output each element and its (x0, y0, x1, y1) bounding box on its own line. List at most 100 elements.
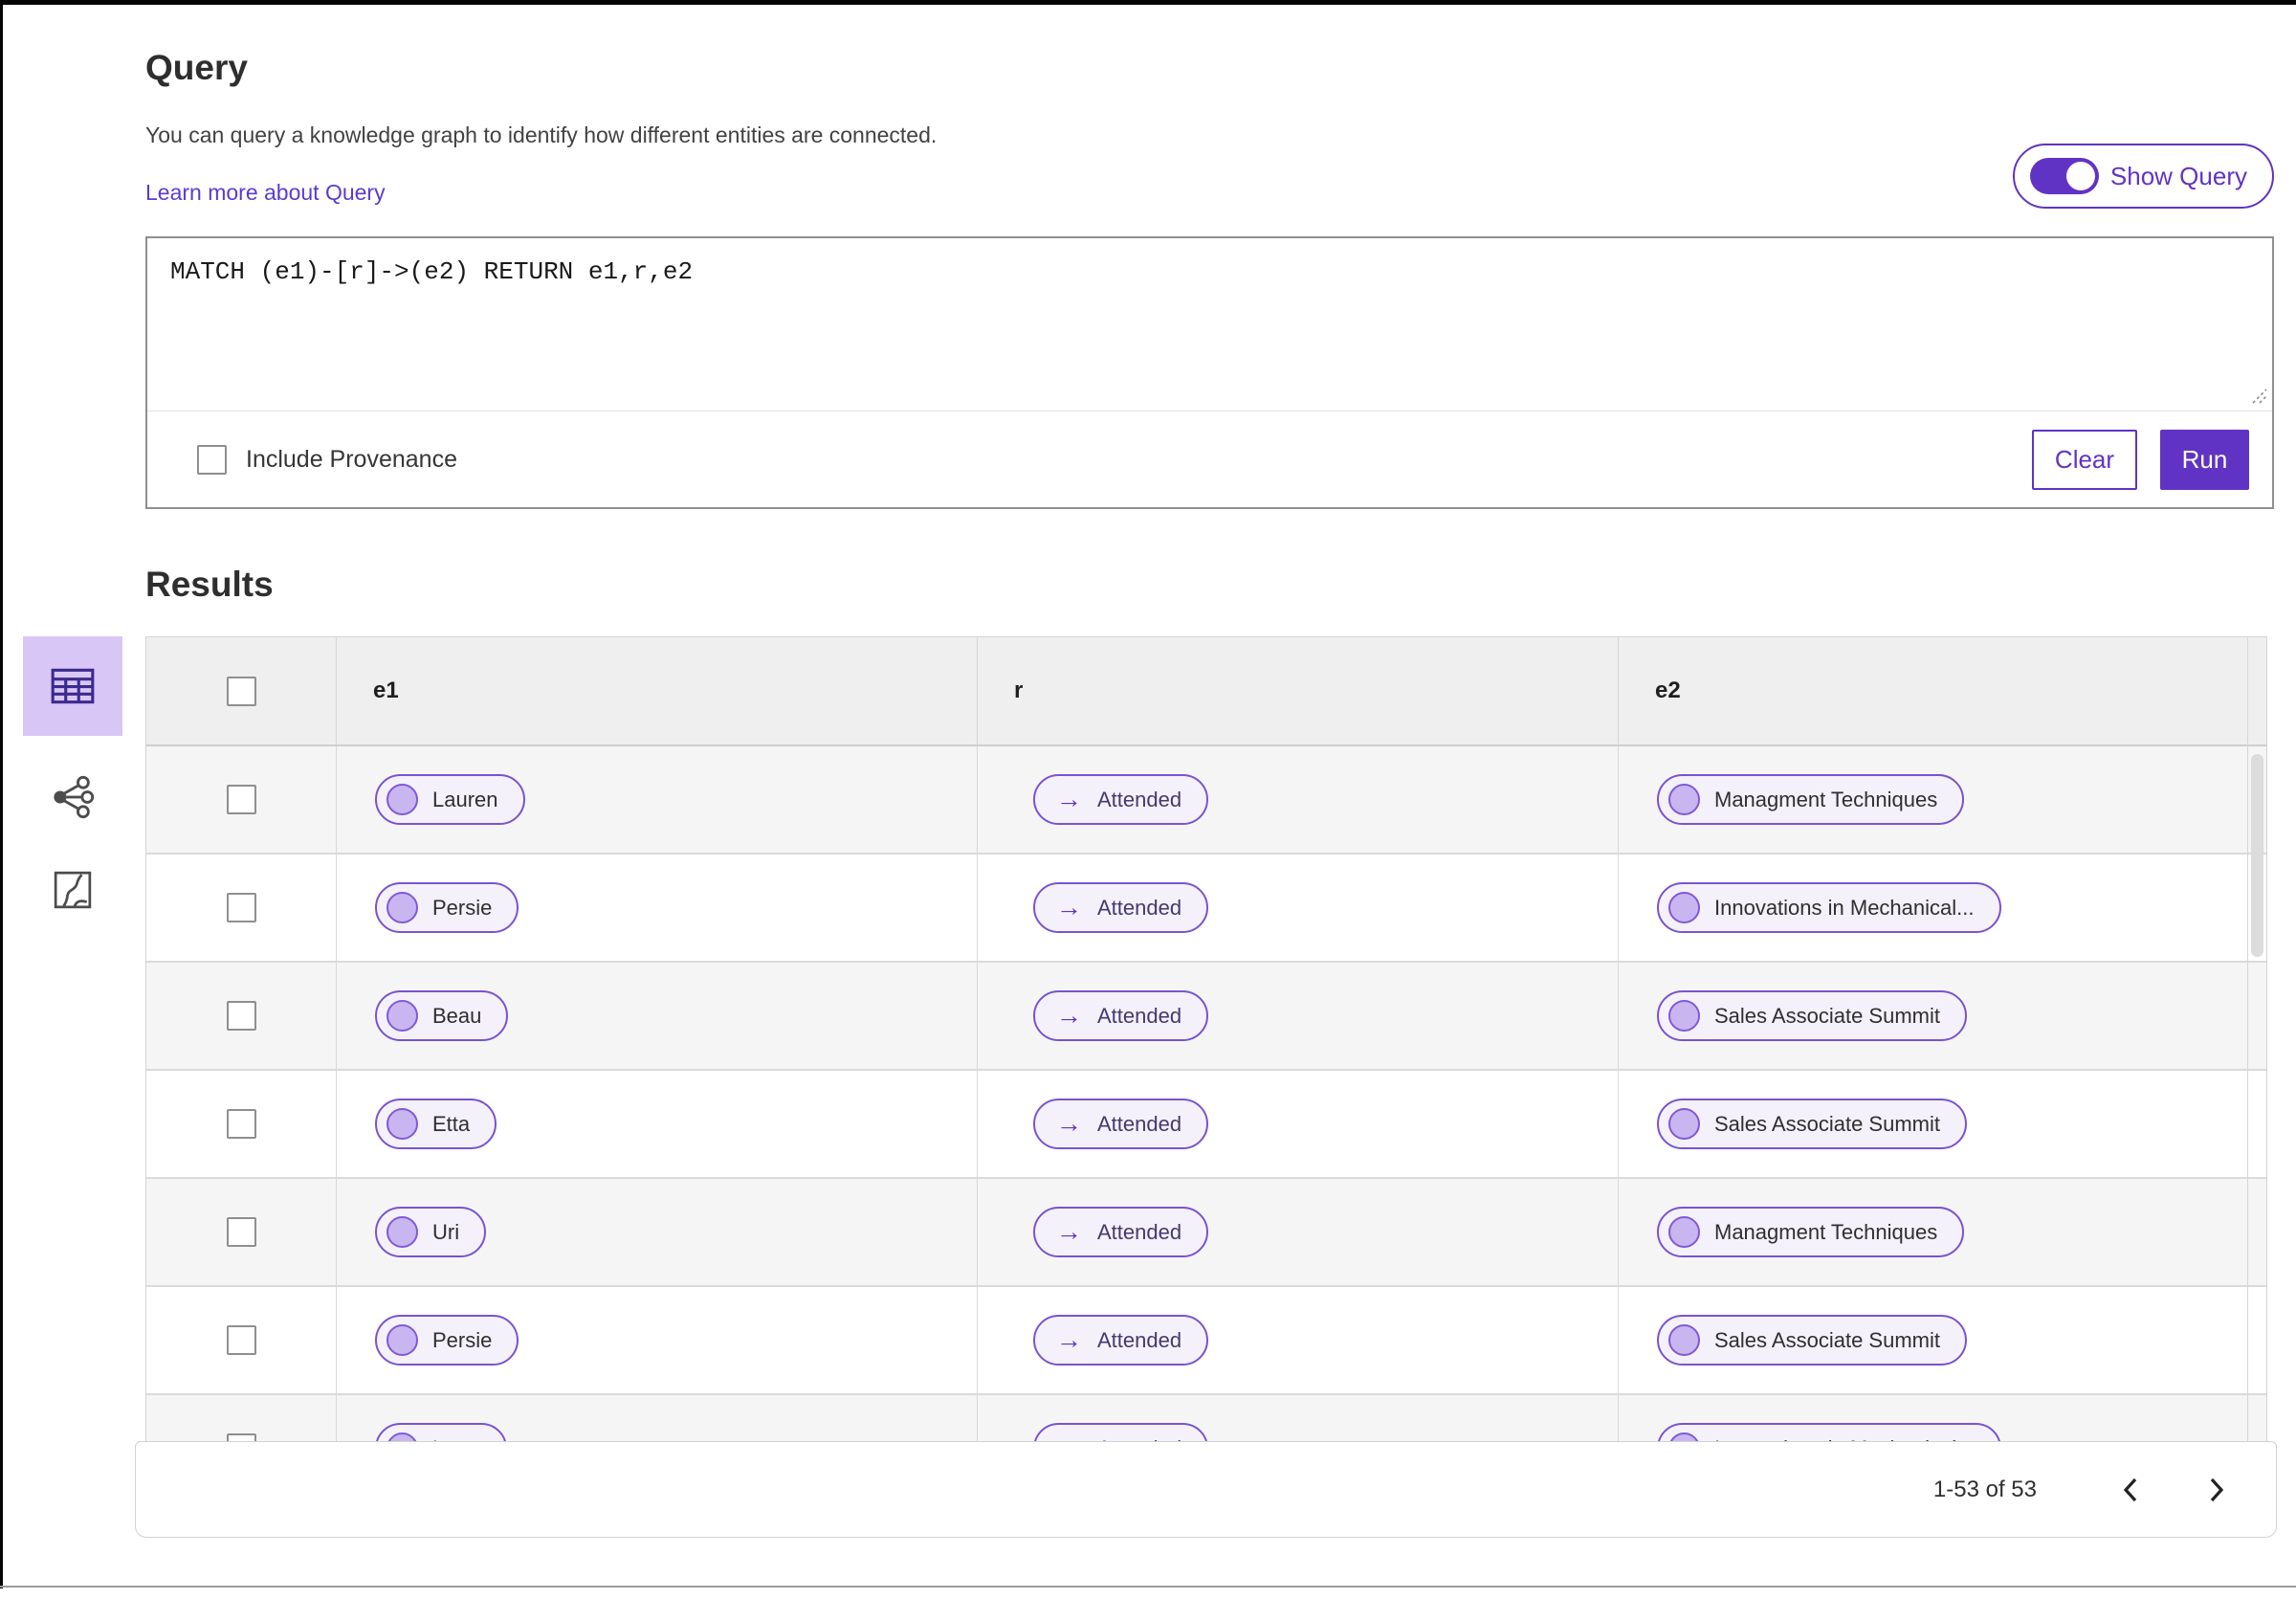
e1-cell: Etta (336, 1071, 977, 1177)
row-checkbox[interactable] (226, 1325, 256, 1355)
e2-pill-label: Innovations in Mechanical... (1714, 895, 1975, 920)
row-checkbox[interactable] (226, 1109, 256, 1139)
entity-pill-e1[interactable]: Larry (375, 1423, 508, 1441)
toggle-on-icon (2029, 158, 2099, 194)
arrow-right-icon: → (1056, 1109, 1082, 1138)
query-footer: Include Provenance Clear Run (147, 411, 2272, 507)
e2-pill-label: Sales Associate Summit (1714, 1003, 1940, 1028)
table-row: Beau → Attended Sales Associate Summit (146, 963, 2266, 1071)
entity-pill-e2[interactable]: Sales Associate Summit (1657, 1099, 1967, 1149)
e2-cell: Managment Techniques (1618, 1179, 2266, 1285)
table-row: Persie → Attended Sales Associate Summit (146, 1287, 2266, 1395)
e2-cell: Innovations in Mechanical... (1618, 1395, 2266, 1441)
show-query-label: Show Query (2109, 161, 2247, 190)
pagination-range: 1-53 of 53 (1932, 1476, 2037, 1502)
results-title: Results (145, 565, 274, 604)
entity-pill-e1[interactable]: Lauren (375, 774, 525, 825)
select-all-checkbox[interactable] (226, 676, 256, 706)
view-switcher-rail (23, 636, 122, 910)
entity-pill-e2[interactable]: Managment Techniques (1657, 774, 1965, 825)
table-view-button[interactable] (23, 636, 122, 736)
query-input[interactable]: MATCH (e1)-[r]->(e2) RETURN e1,r,e2 (147, 238, 2272, 411)
entity-node-icon (386, 1324, 418, 1356)
clear-button[interactable]: Clear (2032, 429, 2137, 490)
toggle-knob (2065, 162, 2095, 190)
relation-pill[interactable]: → Attended (1033, 774, 1209, 825)
e1-cell: Beau (336, 963, 977, 1069)
relation-pill[interactable]: → Attended (1033, 1207, 1209, 1257)
e1-pill-label: Persie (432, 1327, 493, 1352)
learn-more-link[interactable]: Learn more about Query (145, 180, 386, 206)
query-page: Query You can query a knowledge graph to… (23, 0, 2277, 1538)
query-editor-panel: MATCH (e1)-[r]->(e2) RETURN e1,r,e2 Incl… (145, 236, 2274, 509)
e2-cell: Managment Techniques (1618, 746, 2266, 853)
entity-pill-e2[interactable]: Sales Associate Summit (1657, 1315, 1967, 1366)
r-cell: → Attended (977, 1395, 1618, 1441)
scrollbar-thumb[interactable] (2251, 754, 2263, 957)
row-checkbox[interactable] (226, 1217, 256, 1247)
entity-node-icon (1668, 784, 1700, 815)
e2-pill-label: Sales Associate Summit (1714, 1111, 1940, 1136)
show-query-toggle[interactable]: Show Query (2012, 144, 2274, 209)
row-checkbox[interactable] (226, 1433, 256, 1441)
relation-pill-label: Attended (1097, 1327, 1182, 1352)
entity-pill-e1[interactable]: Beau (375, 990, 509, 1041)
header-checkbox-cell (146, 637, 336, 744)
query-editor-wrap: MATCH (e1)-[r]->(e2) RETURN e1,r,e2 (147, 238, 2272, 411)
run-button[interactable]: Run (2160, 429, 2249, 490)
e1-cell: Lauren (336, 746, 977, 853)
relation-pill-label: Attended (1097, 1003, 1182, 1028)
map-view-button[interactable] (53, 870, 93, 910)
table-row: Larry → Attended Innovations in Mechanic… (146, 1395, 2266, 1441)
row-checkbox-cell (146, 1179, 336, 1285)
e1-cell: Persie (336, 1287, 977, 1393)
entity-pill-e2[interactable]: Innovations in Mechanical... (1657, 1423, 2001, 1441)
entity-pill-e1[interactable]: Uri (375, 1207, 487, 1257)
arrow-right-icon: → (1056, 785, 1082, 813)
prev-page-button[interactable] (2111, 1469, 2150, 1511)
e2-pill-label: Sales Associate Summit (1714, 1327, 1940, 1352)
table-scrollbar[interactable] (2247, 637, 2266, 1441)
relation-pill[interactable]: → Attended (1033, 882, 1209, 933)
row-checkbox[interactable] (226, 1001, 256, 1031)
table-row: Lauren → Attended Managment Techniques (146, 746, 2266, 855)
r-cell: → Attended (977, 746, 1618, 853)
page-title: Query (145, 48, 248, 87)
entity-pill-e1[interactable]: Persie (375, 1315, 519, 1366)
e2-cell: Sales Associate Summit (1618, 1287, 2266, 1393)
entity-pill-e2[interactable]: Innovations in Mechanical... (1657, 882, 2001, 933)
e2-pill-label: Managment Techniques (1714, 1219, 1938, 1244)
row-checkbox-cell (146, 746, 336, 853)
relation-pill-label: Attended (1097, 1111, 1182, 1136)
map-view-icon (54, 871, 92, 909)
relation-pill-label: Attended (1097, 895, 1182, 920)
entity-pill-e1[interactable]: Persie (375, 882, 519, 933)
relation-pill[interactable]: → Attended (1033, 1315, 1209, 1366)
entity-node-icon (1668, 1000, 1700, 1032)
graph-view-icon (54, 775, 95, 819)
window-top-edge (0, 0, 2296, 5)
e1-cell: Uri (336, 1179, 977, 1285)
relation-pill[interactable]: → Attended (1033, 1099, 1209, 1149)
window-left-edge (0, 0, 3, 1588)
graph-view-button[interactable] (50, 774, 96, 820)
entity-pill-e1[interactable]: Etta (375, 1099, 497, 1149)
page-description: You can query a knowledge graph to ident… (145, 122, 938, 147)
relation-pill[interactable]: → Attended (1033, 1423, 1209, 1441)
next-page-button[interactable] (2197, 1469, 2236, 1511)
entity-pill-e2[interactable]: Sales Associate Summit (1657, 990, 1967, 1041)
row-checkbox-cell (146, 1071, 336, 1177)
r-cell: → Attended (977, 963, 1618, 1069)
row-checkbox[interactable] (226, 785, 256, 814)
row-checkbox[interactable] (226, 893, 256, 922)
relation-pill[interactable]: → Attended (1033, 990, 1209, 1041)
resize-handle-icon[interactable] (2249, 386, 2268, 405)
include-provenance-checkbox[interactable] (197, 444, 227, 475)
arrow-right-icon: → (1056, 893, 1082, 922)
entity-pill-e2[interactable]: Managment Techniques (1657, 1207, 1965, 1257)
table-row: Persie → Attended Innovations in Mechani… (146, 855, 2266, 963)
arrow-right-icon: → (1056, 1325, 1082, 1354)
include-provenance-option[interactable]: Include Provenance (197, 444, 457, 475)
entity-node-icon (1668, 1108, 1700, 1140)
pagination-bar: 1-53 of 53 (135, 1441, 2277, 1538)
